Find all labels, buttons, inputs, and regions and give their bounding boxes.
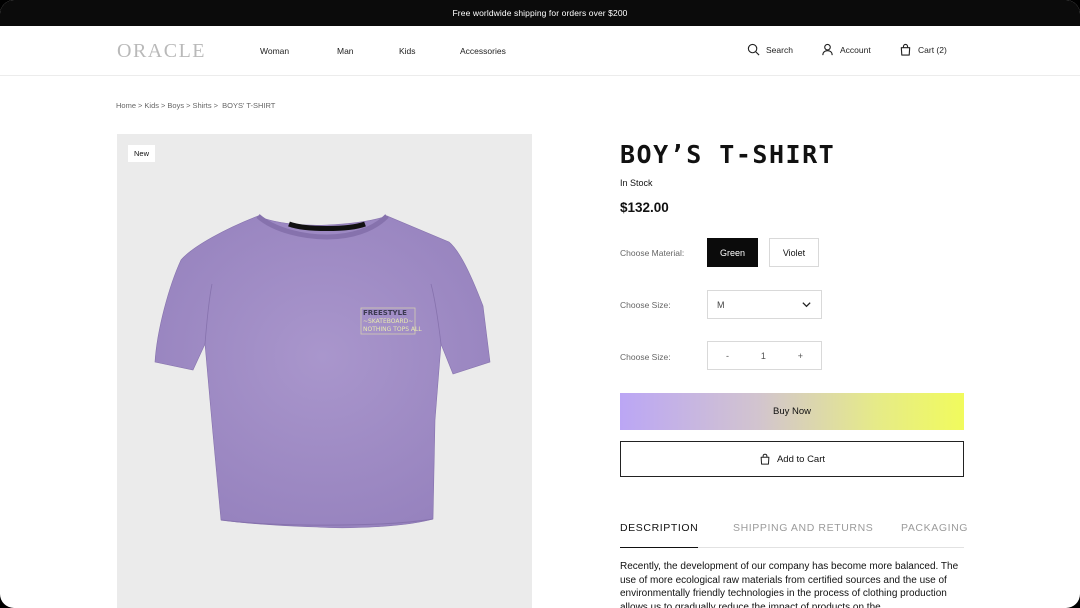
cart-button[interactable]: Cart (2) <box>899 43 947 56</box>
svg-text:~SKATEBOARD~: ~SKATEBOARD~ <box>363 318 413 325</box>
material-label: Choose Material: <box>620 248 685 258</box>
quantity-stepper: - 1 + <box>707 341 822 370</box>
breadcrumb-separator: > <box>186 101 191 110</box>
product-description: Recently, the development of our company… <box>620 561 959 608</box>
site-header: ORACLE Woman Man Kids Accessories Search… <box>0 26 1080 76</box>
breadcrumb-kids[interactable]: Kids <box>144 101 159 110</box>
product-title: BOY’S T-SHIRT <box>620 140 836 169</box>
nav-item-man[interactable]: Man <box>337 46 354 56</box>
product-tabs: DESCRIPTION SHIPPING AND RETURNS PACKAGI… <box>620 522 967 548</box>
size-select[interactable]: M <box>707 290 822 319</box>
account-label: Account <box>840 44 871 55</box>
breadcrumb-separator: > <box>138 101 143 110</box>
shopping-bag-icon <box>760 453 770 465</box>
add-to-cart-button[interactable]: Add to Cart <box>620 441 964 477</box>
t-shirt-image: FREESTYLE ~SKATEBOARD~ NOTHING TOPS ALL <box>154 214 491 529</box>
cart-label: Cart (2) <box>918 44 947 55</box>
material-option-green[interactable]: Green <box>707 238 758 267</box>
breadcrumb: Home > Kids > Boys > Shirts > BOYS' T-SHIRT <box>116 101 275 110</box>
search-label: Search <box>766 44 793 55</box>
material-option-violet[interactable]: Violet <box>769 238 819 267</box>
breadcrumb-shirts[interactable]: Shirts <box>192 101 211 110</box>
add-to-cart-label: Add to Cart <box>776 453 826 465</box>
product-price: $132.00 <box>620 200 669 215</box>
stock-status: In Stock <box>620 178 653 188</box>
new-badge: New <box>128 145 156 162</box>
tab-description[interactable]: DESCRIPTION <box>620 522 699 548</box>
search-button[interactable]: Search <box>747 43 793 56</box>
svg-text:NOTHING TOPS ALL: NOTHING TOPS ALL <box>363 326 422 333</box>
quantity-value[interactable]: 1 <box>761 351 766 361</box>
nav-item-woman[interactable]: Woman <box>260 46 289 56</box>
promo-bar: Free worldwide shipping for orders over … <box>0 0 1080 26</box>
promo-text: Free worldwide shipping for orders over … <box>452 8 628 18</box>
breadcrumb-separator: > <box>213 101 219 110</box>
product-image: FREESTYLE ~SKATEBOARD~ NOTHING TOPS ALL … <box>117 134 532 608</box>
page: Free worldwide shipping for orders over … <box>0 0 1080 608</box>
svg-text:FREESTYLE: FREESTYLE <box>363 309 407 317</box>
user-icon <box>822 43 833 56</box>
quantity-increment-button[interactable]: + <box>798 351 803 361</box>
buy-now-button[interactable]: Buy Now <box>620 393 964 430</box>
breadcrumb-current: BOYS' T-SHIRT <box>222 101 276 110</box>
quantity-decrement-button[interactable]: - <box>726 351 729 361</box>
size-value: M <box>717 299 725 310</box>
tab-packaging[interactable]: PACKAGING <box>901 522 968 548</box>
chevron-down-icon <box>802 302 811 308</box>
nav-item-kids[interactable]: Kids <box>399 46 416 56</box>
tab-shipping-and-returns[interactable]: SHIPPING AND RETURNS <box>733 522 873 548</box>
account-button[interactable]: Account <box>821 43 871 56</box>
search-icon <box>747 43 760 56</box>
nav-item-accessories[interactable]: Accessories <box>460 46 506 56</box>
size-label: Choose Size: <box>620 300 671 310</box>
buy-now-label: Buy Now <box>772 406 811 417</box>
breadcrumb-home[interactable]: Home <box>116 101 136 110</box>
quantity-label: Choose Size: <box>620 352 671 362</box>
shopping-bag-icon <box>900 43 911 56</box>
breadcrumb-separator: > <box>161 101 166 110</box>
breadcrumb-boys[interactable]: Boys <box>167 101 184 110</box>
logo[interactable]: ORACLE <box>117 40 206 63</box>
